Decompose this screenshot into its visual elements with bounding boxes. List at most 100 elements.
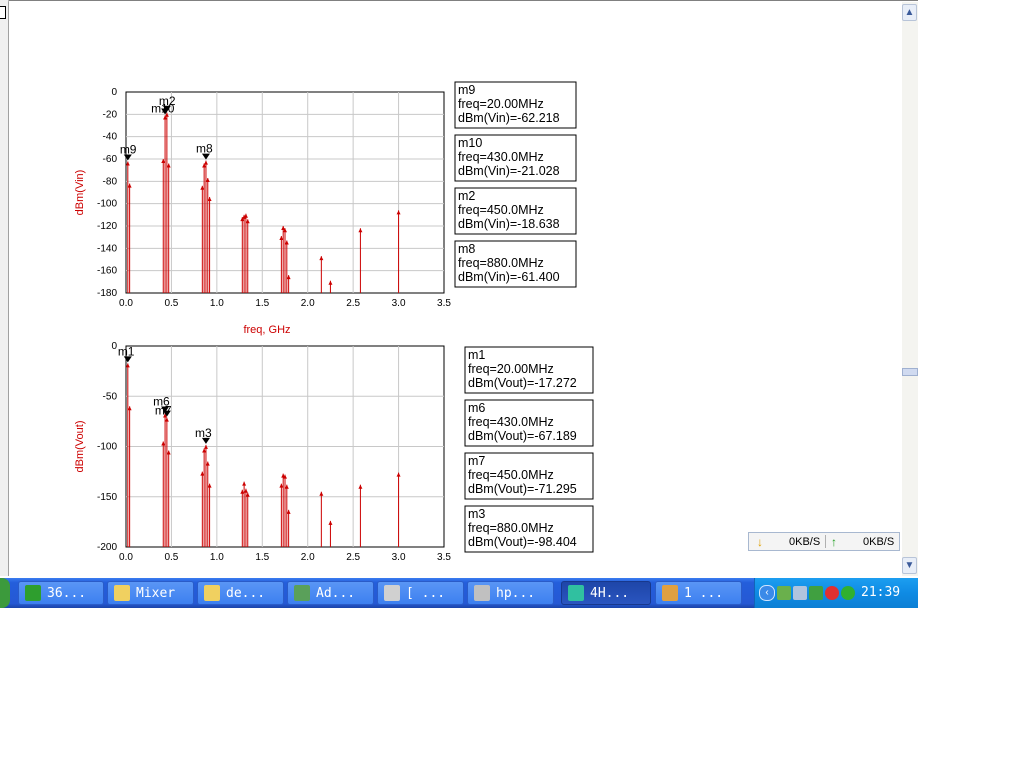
x-tick-label: 3.5	[437, 298, 451, 309]
taskbar-item-label: 36...	[47, 585, 87, 601]
marker-readout-value: dBm(Vin)=-62.218	[458, 111, 560, 125]
tray-app-icon[interactable]	[809, 586, 823, 600]
app-window-icon	[384, 585, 400, 601]
x-tick-label: 3.0	[392, 552, 406, 563]
tray-expand-button[interactable]: ‹	[759, 585, 775, 601]
y-tick-label: 0	[111, 87, 117, 98]
marker-readout-value: dBm(Vout)=-67.189	[468, 429, 577, 443]
marker-readout-value: dBm(Vout)=-71.295	[468, 482, 577, 496]
taskbar-item[interactable]: Mixer	[107, 581, 194, 605]
window-top-border	[0, 0, 918, 1]
x-tick-label: 1.0	[210, 298, 224, 309]
vertical-scrollbar[interactable]: ▲ ▼	[902, 2, 918, 576]
tray-app-icon[interactable]	[777, 586, 791, 600]
x-tick-label: 0.5	[164, 298, 178, 309]
y-tick-label: -40	[103, 132, 118, 143]
y-axis-label: dBm(Vin)	[74, 170, 86, 216]
plots-svg: 0.0 0.5 1.0 1.5 2.0 2.5 3.0 3.5 0 -20 -40 -60 -80 -10…	[74, 81, 594, 563]
x-tick-label: 2.0	[301, 298, 315, 309]
folder-icon	[114, 585, 130, 601]
download-arrow-icon: ↓	[757, 535, 763, 549]
taskbar-item-label: Mixer	[136, 585, 176, 601]
taskbar-item[interactable]: hp...	[467, 581, 554, 605]
x-tick-label: 0.5	[164, 552, 178, 563]
security-icon[interactable]	[825, 586, 839, 600]
taskbar-item[interactable]: 1 ...	[655, 581, 742, 605]
y-tick-label: -20	[103, 109, 118, 120]
marker-readout-name: m1	[468, 348, 485, 362]
marker-readout-name: m7	[468, 454, 485, 468]
x-tick-label: 3.5	[437, 552, 451, 563]
shield-icon	[25, 585, 41, 601]
marker-readout-value: dBm(Vout)=-98.404	[468, 535, 577, 549]
taskbar: 36... Mixer de... Ad... [ ... hp... 4H..…	[0, 578, 918, 608]
taskbar-item-label: hp...	[496, 585, 536, 601]
scroll-up-button[interactable]: ▲	[902, 4, 917, 21]
taskbar-item-label: 4H...	[590, 585, 630, 601]
chevron-down-icon: ▼	[904, 559, 915, 571]
taskbar-item-label: 1 ...	[684, 585, 724, 601]
marker-label: m3	[195, 426, 212, 440]
shield-icon[interactable]	[841, 586, 855, 600]
marker-readout-freq: freq=450.0MHz	[468, 468, 554, 482]
y-tick-label: -60	[103, 154, 118, 165]
network-speed-meter: ↓ 0KB/S ↑ 0KB/S	[748, 532, 900, 551]
plot-canvas: 0.0 0.5 1.0 1.5 2.0 2.5 3.0 3.5 0 -20 -40 -60 -80 -10…	[8, 2, 903, 576]
x-tick-label: 0.0	[119, 298, 133, 309]
scroll-down-button[interactable]: ▼	[902, 557, 917, 574]
marker-label: m7	[155, 404, 172, 418]
marker-readout-freq: freq=20.00MHz	[458, 97, 544, 111]
x-tick-label: 0.0	[119, 552, 133, 563]
marker-readout-value: dBm(Vout)=-17.272	[468, 376, 577, 390]
marker-label: m9	[120, 142, 137, 156]
x-axis-label: freq, GHz	[243, 324, 290, 336]
network-icon[interactable]	[793, 586, 807, 600]
grid-icon	[568, 585, 584, 601]
y-tick-label: -100	[97, 442, 117, 453]
taskbar-item[interactable]: 36...	[18, 581, 104, 605]
start-button[interactable]	[0, 578, 10, 608]
app-window-icon	[294, 585, 310, 601]
brush-icon	[662, 585, 678, 601]
chart-panel-2: 0.0 0.5 1.0 1.5 2.0 2.5 3.0 3.5 0 -50 -100 -150 -200…	[74, 341, 594, 563]
taskbar-item-label: [ ...	[406, 585, 446, 601]
marker-readout-freq: freq=880.0MHz	[468, 521, 554, 535]
marker-label: m2	[159, 94, 176, 108]
taskbar-item-label: Ad...	[316, 585, 356, 601]
marker-readout-name: m8	[458, 242, 475, 256]
y-tick-label: -200	[97, 542, 117, 553]
y-axis-label: dBm(Vout)	[74, 421, 86, 473]
marker-readout-freq: freq=880.0MHz	[458, 256, 544, 270]
marker-readout-name: m3	[468, 507, 485, 521]
scroll-thumb[interactable]	[902, 368, 918, 376]
upload-speed: 0KB/S	[863, 536, 895, 548]
marker-readout-freq: freq=450.0MHz	[458, 203, 544, 217]
marker-readout-value: dBm(Vin)=-21.028	[458, 164, 560, 178]
clock: 21:39	[861, 585, 901, 600]
marker-readout-freq: freq=430.0MHz	[458, 150, 544, 164]
taskbar-item-active[interactable]: 4H...	[561, 581, 651, 605]
x-tick-label: 1.5	[255, 552, 269, 563]
x-tick-label: 2.5	[346, 298, 360, 309]
y-tick-label: -100	[97, 199, 117, 210]
marker-readout-freq: freq=430.0MHz	[468, 415, 554, 429]
system-tray: ‹ 21:39	[754, 578, 918, 608]
y-tick-label: 0	[111, 341, 117, 352]
app-window: 0.0 0.5 1.0 1.5 2.0 2.5 3.0 3.5 0 -20 -40 -60 -80 -10…	[0, 0, 918, 608]
taskbar-item[interactable]: de...	[197, 581, 284, 605]
y-tick-label: -120	[97, 221, 117, 232]
left-tab-handle[interactable]	[0, 6, 6, 19]
taskbar-item[interactable]: Ad...	[287, 581, 374, 605]
marker-readout-freq: freq=20.00MHz	[468, 362, 554, 376]
y-tick-label: -80	[103, 176, 118, 187]
y-tick-label: -50	[103, 391, 118, 402]
marker-readout-name: m9	[458, 83, 475, 97]
taskbar-item[interactable]: [ ...	[377, 581, 464, 605]
x-tick-label: 2.5	[346, 552, 360, 563]
taskbar-item-label: de...	[226, 585, 266, 601]
chevron-up-icon: ▲	[904, 6, 915, 18]
ads-icon	[474, 585, 490, 601]
marker-readout-value: dBm(Vin)=-61.400	[458, 270, 560, 284]
x-tick-label: 1.5	[255, 298, 269, 309]
marker-label: m8	[196, 142, 213, 156]
